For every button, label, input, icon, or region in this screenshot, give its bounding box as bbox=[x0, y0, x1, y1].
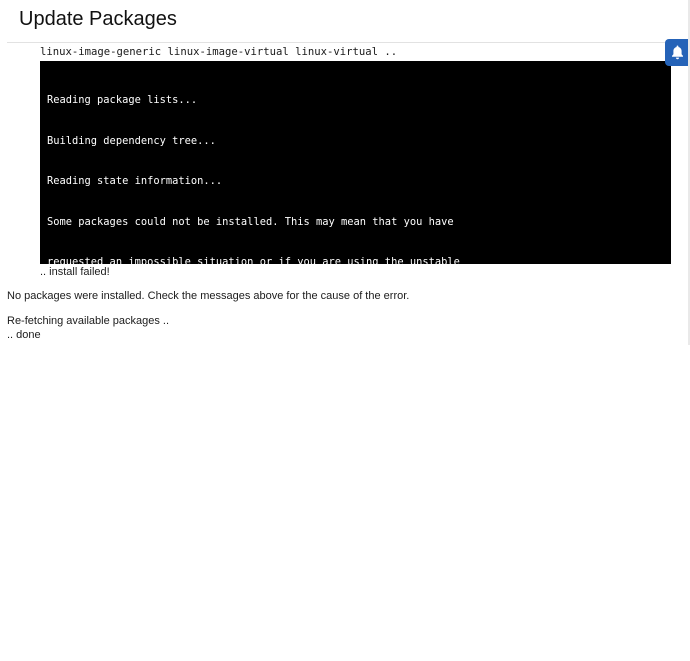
terminal-lines: Reading package lists... Building depend… bbox=[47, 67, 666, 661]
title-divider bbox=[7, 42, 672, 43]
terminal-line: Building dependency tree... bbox=[47, 134, 216, 147]
notification-button[interactable] bbox=[665, 39, 690, 66]
terminal-line: Some packages could not be installed. Th… bbox=[47, 215, 454, 228]
install-result-text: .. install failed! bbox=[40, 266, 110, 278]
terminal-line: Reading state information... bbox=[47, 175, 223, 187]
done-message: .. done bbox=[7, 329, 41, 341]
terminal-line: Reading package lists... bbox=[47, 94, 198, 106]
terminal-line: or been moved out of Incoming. bbox=[47, 337, 235, 349]
refetching-message: Re-fetching available packages .. bbox=[7, 315, 170, 327]
page-title: Update Packages bbox=[19, 8, 177, 30]
terminal-line: The following packages have unmet depend… bbox=[47, 458, 342, 471]
terminal-line: linux-image-6.8.0-100-generic : Depends:… bbox=[47, 539, 667, 552]
terminal-line: linux-headers-generic : Depends: linux-h… bbox=[47, 499, 617, 511]
terminal-line: requested an impossible situation or if … bbox=[47, 256, 460, 268]
terminal-line: The following information may help to re… bbox=[47, 377, 423, 390]
command-line: linux-image-generic linux-image-virtual … bbox=[40, 46, 398, 58]
bell-icon bbox=[672, 45, 683, 60]
terminal-line: linux-image-generic : Depends: linux-mod… bbox=[47, 580, 642, 592]
terminal-line: E: Unable to correct problems, you have … bbox=[47, 620, 429, 633]
terminal-output: Reading package lists... Building depend… bbox=[40, 61, 671, 633]
no-packages-message: No packages were installed. Check the me… bbox=[7, 290, 410, 302]
